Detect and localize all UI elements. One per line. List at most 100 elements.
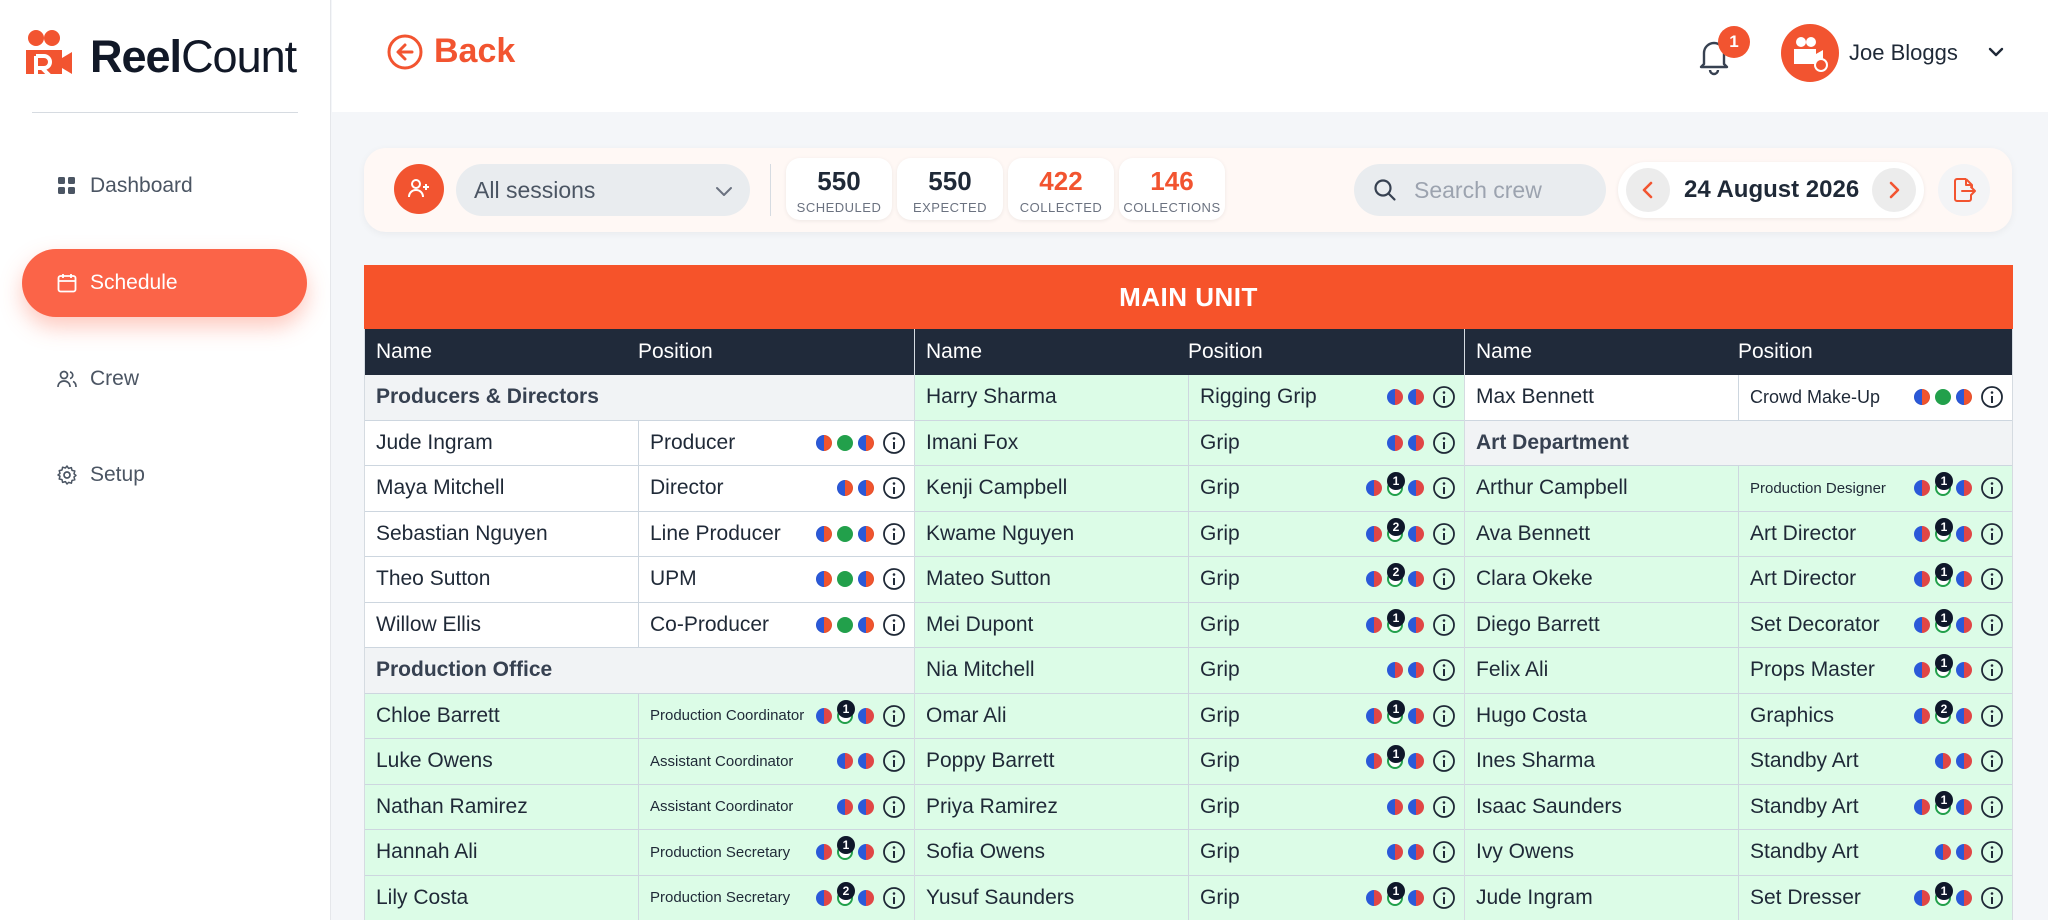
table-row[interactable]: Jude Ingram Producer <box>365 420 914 466</box>
session-status-icon <box>1956 571 1972 588</box>
sidebar-item-crew[interactable]: Crew <box>22 345 307 413</box>
info-icon[interactable] <box>1432 431 1456 455</box>
table-row[interactable]: Jude Ingram Set Dresser 1 <box>1465 875 2012 920</box>
info-icon[interactable] <box>1432 613 1456 637</box>
stat-value: 550 <box>817 166 861 196</box>
sidebar-item-setup[interactable]: Setup <box>22 441 307 509</box>
info-icon[interactable] <box>882 749 906 773</box>
table-row[interactable]: Kenji Campbell Grip 1 <box>915 466 1464 512</box>
info-icon[interactable] <box>882 476 906 500</box>
crew-position: Grip <box>1200 703 1240 727</box>
user-name[interactable]: Joe Bloggs <box>1849 40 1958 66</box>
info-icon[interactable] <box>1432 704 1456 728</box>
info-icon[interactable] <box>882 886 906 910</box>
info-icon[interactable] <box>1432 476 1456 500</box>
app-logo[interactable]: ReelCount <box>22 26 297 86</box>
position-header: Position <box>1188 340 1263 363</box>
info-icon[interactable] <box>882 522 906 546</box>
info-icon[interactable] <box>882 840 906 864</box>
table-row[interactable]: Luke Owens Assistant Coordinator <box>365 739 914 785</box>
table-row[interactable]: Lily Costa Production Secretary 2 <box>365 875 914 920</box>
table-row[interactable]: Maya Mitchell Director <box>365 466 914 512</box>
table-row[interactable]: Sofia Owens Grip <box>915 830 1464 876</box>
info-icon[interactable] <box>882 431 906 455</box>
info-icon[interactable] <box>882 613 906 637</box>
crew-position: Director <box>650 476 724 500</box>
table-row[interactable]: Kwame Nguyen Grip 2 <box>915 511 1464 557</box>
previous-day-button[interactable] <box>1626 168 1670 212</box>
sidebar-item-schedule[interactable]: Schedule <box>22 249 307 317</box>
info-icon[interactable] <box>1432 749 1456 773</box>
table-row[interactable]: Sebastian Nguyen Line Producer <box>365 511 914 557</box>
table-row[interactable]: Max Bennett Crowd Make-Up <box>1465 375 2012 421</box>
back-button[interactable]: Back <box>386 32 515 71</box>
position-cell: Grip 1 <box>1189 876 1464 920</box>
avatar[interactable] <box>1781 24 1839 82</box>
next-day-button[interactable] <box>1872 168 1916 212</box>
info-icon[interactable] <box>1432 385 1456 409</box>
table-row[interactable]: Yusuf Saunders Grip 1 <box>915 875 1464 920</box>
table-row[interactable]: Harry Sharma Rigging Grip <box>915 375 1464 421</box>
session-status-icons: 1 <box>1909 790 2004 819</box>
session-status-icon <box>1408 889 1424 906</box>
table-row[interactable]: Poppy Barrett Grip 1 <box>915 739 1464 785</box>
info-icon[interactable] <box>1980 658 2004 682</box>
collection-count-badge: 1 <box>1935 608 1953 627</box>
table-row[interactable]: Imani Fox Grip <box>915 420 1464 466</box>
table-row[interactable]: Hannah Ali Production Secretary 1 <box>365 830 914 876</box>
info-icon[interactable] <box>1980 613 2004 637</box>
info-icon[interactable] <box>1980 476 2004 500</box>
info-icon[interactable] <box>1980 704 2004 728</box>
session-status-icon <box>1914 798 1930 815</box>
crew-position: Production Secretary <box>650 843 791 861</box>
info-icon[interactable] <box>882 567 906 591</box>
info-icon[interactable] <box>1432 567 1456 591</box>
table-row[interactable]: Ines Sharma Standby Art <box>1465 739 2012 785</box>
table-row[interactable]: Priya Ramirez Grip <box>915 784 1464 830</box>
crew-name: Chloe Barrett <box>365 693 639 738</box>
table-row[interactable]: Diego Barrett Set Decorator 1 <box>1465 602 2012 648</box>
info-icon[interactable] <box>1980 795 2004 819</box>
info-icon[interactable] <box>1980 567 2004 591</box>
info-icon[interactable] <box>1432 795 1456 819</box>
sidebar-item-dashboard[interactable]: Dashboard <box>22 152 307 220</box>
table-row[interactable]: Ava Bennett Art Director 1 <box>1465 511 2012 557</box>
table-row[interactable]: Nia Mitchell Grip <box>915 648 1464 694</box>
table-row[interactable]: Nathan Ramirez Assistant Coordinator <box>365 784 914 830</box>
session-status-icon <box>858 889 874 906</box>
info-icon[interactable] <box>1980 840 2004 864</box>
info-icon[interactable] <box>1432 886 1456 910</box>
table-row[interactable]: Mateo Sutton Grip 2 <box>915 557 1464 603</box>
table-row[interactable]: Omar Ali Grip 1 <box>915 693 1464 739</box>
table-row[interactable]: Hugo Costa Graphics 2 <box>1465 693 2012 739</box>
table-row[interactable]: Chloe Barrett Production Coordinator 1 <box>365 693 914 739</box>
session-status-icons: 1 <box>1361 881 1456 910</box>
table-row[interactable]: Arthur Campbell Production Designer 1 <box>1465 466 2012 512</box>
info-icon[interactable] <box>882 795 906 819</box>
search-input[interactable] <box>1414 176 1594 204</box>
chevron-down-icon[interactable] <box>1984 40 2008 64</box>
crew-position: Grip <box>1200 567 1240 591</box>
add-crew-button[interactable] <box>394 164 444 214</box>
export-pdf-button[interactable] <box>1938 164 1990 216</box>
info-icon[interactable] <box>1980 385 2004 409</box>
info-icon[interactable] <box>1432 522 1456 546</box>
session-select[interactable]: All sessions <box>456 164 750 216</box>
table-row[interactable]: Mei Dupont Grip 1 <box>915 602 1464 648</box>
table-row[interactable]: Willow Ellis Co-Producer <box>365 602 914 648</box>
table-row[interactable]: Felix Ali Props Master 1 <box>1465 648 2012 694</box>
info-icon[interactable] <box>1980 886 2004 910</box>
collection-count-badge: 1 <box>1935 563 1953 582</box>
info-icon[interactable] <box>1432 658 1456 682</box>
collection-count-badge: 1 <box>1387 699 1405 718</box>
info-icon[interactable] <box>1980 749 2004 773</box>
info-icon[interactable] <box>1432 840 1456 864</box>
session-status-icon <box>1366 571 1382 588</box>
info-icon[interactable] <box>882 704 906 728</box>
table-row[interactable]: Isaac Saunders Standby Art 1 <box>1465 784 2012 830</box>
table-row[interactable]: Clara Okeke Art Director 1 <box>1465 557 2012 603</box>
table-row[interactable]: Ivy Owens Standby Art <box>1465 830 2012 876</box>
info-icon[interactable] <box>1980 522 2004 546</box>
crew-position: Grip <box>1200 521 1240 545</box>
table-row[interactable]: Theo Sutton UPM <box>365 557 914 603</box>
